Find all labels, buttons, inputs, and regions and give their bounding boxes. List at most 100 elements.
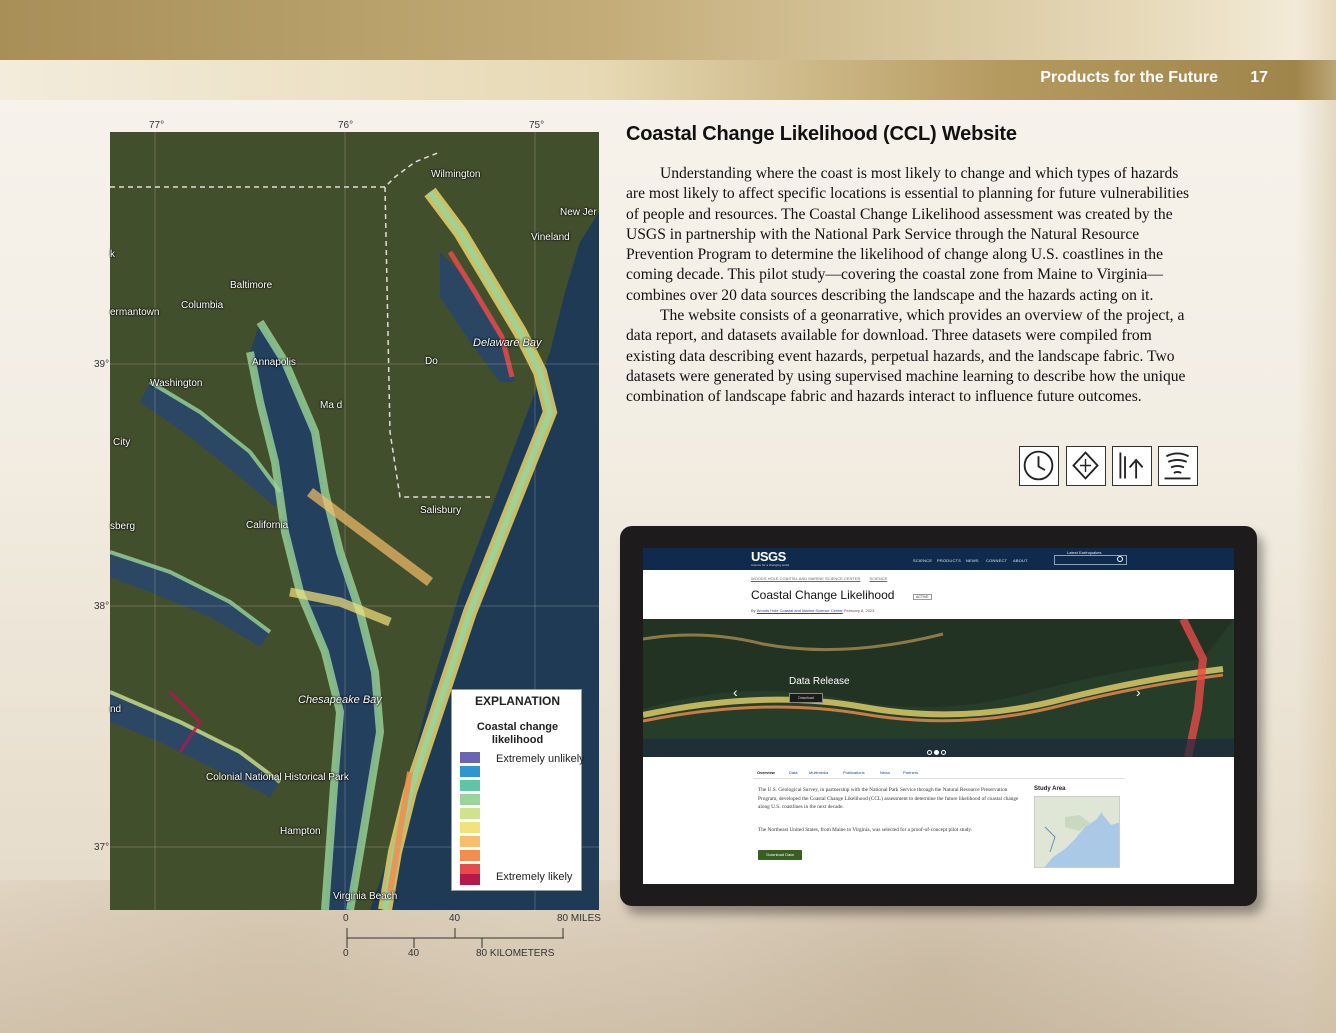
section-title: Products for the Future — [1040, 69, 1218, 86]
legend-title: EXPLANATION — [474, 694, 561, 708]
legend-swatch — [460, 874, 480, 885]
scale-km-80: 80 KILOMETERS — [476, 948, 555, 959]
map-label-maryland: Ma d — [320, 400, 343, 411]
map-label-baltimore: Baltimore — [230, 280, 273, 291]
page-number: 17 — [1250, 69, 1268, 86]
latitude-tick: 38° — [94, 601, 110, 612]
tab-news[interactable]: News — [880, 770, 890, 775]
byline-org-link[interactable]: Woods Hole Coastal and Marine Science Ce… — [757, 608, 843, 613]
clock-icon — [1019, 446, 1059, 486]
hero-title: Data Release — [789, 676, 850, 687]
site-page-title: Coastal Change Likelihood — [751, 588, 895, 602]
byline: By Woods Hole Coastal and Marine Science… — [751, 608, 874, 613]
legend-swatch — [460, 836, 480, 847]
storm-icon — [1158, 446, 1198, 486]
website-screenshot: USGS science for a changing world SCIENC… — [643, 548, 1234, 884]
breadcrumb-science[interactable]: SCIENCE — [869, 576, 887, 581]
map-label-washington: Washington — [150, 378, 203, 389]
scale-bar: 0 40 80 MILES 0 40 80 KILOMETERS — [330, 912, 610, 972]
map-label-annapolis: Annapolis — [252, 357, 296, 368]
map-label-fredericksburg: sberg — [110, 521, 136, 532]
tab-overview[interactable]: Overview — [757, 770, 775, 775]
page-header: Products for the Future 17 — [0, 60, 1336, 100]
map-label-delaware-bay: Delaware Bay — [473, 337, 542, 349]
search-icon[interactable] — [1117, 556, 1123, 562]
legend-swatch — [460, 766, 480, 777]
download-data-button[interactable]: Download Data — [758, 850, 802, 860]
map-label-california: California — [246, 520, 289, 531]
study-area-title: Study Area — [1034, 786, 1066, 792]
chevron-left-icon[interactable]: ‹ — [733, 685, 738, 699]
tab-partners[interactable]: Partners — [903, 770, 918, 775]
hero-carousel: Data Release Download ‹ › — [643, 619, 1234, 757]
map-legend: EXPLANATION Coastal change likelihood Ex… — [451, 689, 585, 891]
scale-km-0: 0 — [343, 948, 349, 959]
ice-crystal-icon — [1066, 446, 1106, 486]
map-label-chesapeake-bay: Chesapeake Bay — [298, 694, 382, 706]
legend-swatch — [460, 794, 480, 805]
search-input[interactable] — [1054, 555, 1127, 565]
legend-subtitle: Coastal change likelihood — [476, 721, 559, 746]
legend-swatch — [460, 780, 480, 791]
nav-about[interactable]: ABOUT — [1013, 558, 1028, 563]
byline-date: February 8, 2023 — [843, 608, 875, 613]
longitude-tick: 76° — [338, 120, 354, 131]
carousel-dot[interactable] — [941, 750, 946, 755]
usgs-tagline: science for a changing world — [751, 563, 790, 567]
map-label-wilmington: Wilmington — [431, 169, 481, 180]
content-tabs: Overview Data Multimedia Publications Ne… — [753, 769, 1125, 779]
article-paragraph: Understanding where the coast is most li… — [626, 165, 1190, 304]
overview-paragraph: The U.S. Geological Survey, in partnersh… — [758, 787, 1019, 810]
article-body: Understanding where the coast is most li… — [626, 164, 1201, 408]
status-badge: ACTIVE — [913, 594, 932, 600]
legend-high-label: Extremely likely — [496, 871, 573, 883]
study-area-map[interactable] — [1034, 796, 1120, 868]
map-label-city: City — [113, 437, 131, 448]
carousel-dot-active[interactable] — [934, 750, 939, 755]
latitude-tick: 37° — [94, 842, 110, 853]
nav-news[interactable]: NEWS — [966, 558, 979, 563]
article-title: Coastal Change Likelihood (CCL) Website — [626, 123, 1017, 145]
map-label-salisbury: Salisbury — [420, 505, 462, 516]
hero-download-button[interactable]: Download — [789, 693, 823, 703]
legend-swatch — [460, 808, 480, 819]
longitude-tick: 75° — [529, 120, 545, 131]
latitude-tick: 39° — [94, 359, 110, 370]
map-label-dover: Do — [425, 356, 438, 367]
map-label-new-jersey: New Jer — [560, 207, 597, 218]
nav-products[interactable]: PRODUCTS — [937, 558, 961, 563]
map-label-vineland: Vineland — [531, 232, 570, 243]
map-label-germantown: ermantown — [110, 307, 160, 318]
overview-paragraph: The Northeast United States, from Maine … — [758, 827, 973, 833]
breadcrumb-center[interactable]: WOODS HOLE COASTAL AND MARINE SCIENCE CE… — [751, 576, 860, 581]
legend-swatch — [460, 850, 480, 861]
nav-science[interactable]: SCIENCE — [913, 558, 932, 563]
map-label-hampton: Hampton — [280, 826, 321, 837]
map-label-richmond: nd — [110, 704, 122, 715]
carousel-dots — [927, 742, 948, 757]
map-label-colonial-park: Colonial National Historical Park — [206, 772, 349, 783]
arrow-up-lines-icon — [1112, 446, 1152, 486]
legend-swatch — [460, 822, 480, 833]
tab-multimedia[interactable]: Multimedia — [809, 770, 828, 775]
tab-data[interactable]: Data — [789, 770, 797, 775]
longitude-tick: 77° — [149, 120, 165, 131]
nav-connect[interactable]: CONNECT — [986, 558, 1007, 563]
carousel-dot[interactable] — [927, 750, 932, 755]
map-label-columbia: Columbia — [181, 300, 224, 311]
scale-km-40: 40 — [408, 948, 420, 959]
byline-prefix: By — [751, 608, 756, 613]
legend-low-label: Extremely unlikely — [496, 753, 585, 765]
tablet-frame: USGS science for a changing world SCIENC… — [620, 526, 1257, 906]
article-paragraph: The website consists of a geonarrative, … — [626, 307, 1186, 406]
page-edge-shade — [1296, 0, 1336, 1033]
site-header: USGS science for a changing world SCIENC… — [643, 548, 1234, 570]
breadcrumb: WOODS HOLE COASTAL AND MARINE SCIENCE CE… — [751, 576, 895, 581]
chevron-right-icon[interactable]: › — [1136, 685, 1141, 699]
usgs-logo[interactable]: USGS — [751, 549, 786, 564]
top-decorative-band — [0, 0, 1336, 60]
tab-publications[interactable]: Publications — [843, 770, 865, 775]
map-label-k: k — [110, 249, 115, 260]
map-label-virginia-beach: Virginia Beach — [333, 891, 398, 902]
legend-swatch — [460, 752, 480, 763]
